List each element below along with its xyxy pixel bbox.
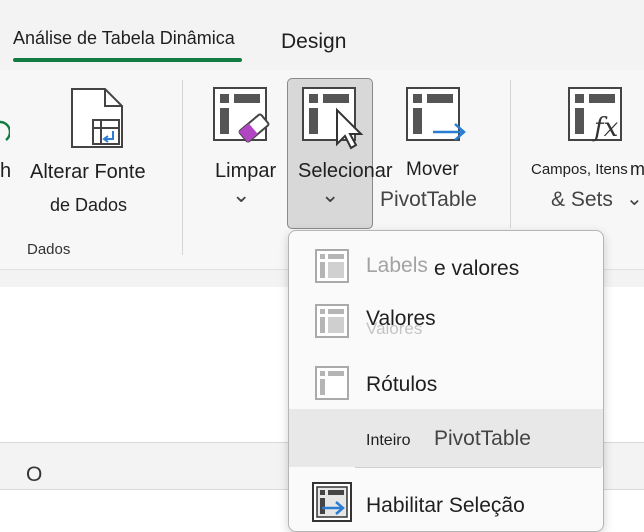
menu-label-enable-selection: Habilitar Seleção <box>366 494 525 517</box>
fields-chevron-icon[interactable]: ⌄ <box>626 186 643 211</box>
change-data-source-label-2[interactable]: de Dados <box>50 195 127 216</box>
move-label-1[interactable]: Mover <box>406 159 459 181</box>
fields-label-cut[interactable]: m <box>630 159 644 180</box>
svg-text:fx: fx <box>592 113 619 143</box>
group-separator-2 <box>510 80 511 228</box>
menu-item-labels[interactable]: Rótulos <box>289 353 603 411</box>
menu-divider <box>355 467 601 468</box>
clear-label[interactable]: Limpar <box>215 160 276 183</box>
menu-item-values[interactable]: Valores Valores <box>289 291 603 349</box>
enable-selection-icon <box>312 482 352 522</box>
menu-label-values: Valores <box>366 307 436 330</box>
move-label-2[interactable]: PivotTable <box>380 188 477 212</box>
menu-label-labels: Rótulos <box>366 373 438 396</box>
menu-label-entire-prefix: Inteiro <box>366 432 411 449</box>
select-icon[interactable] <box>301 86 365 150</box>
change-data-source-label-1[interactable]: Alterar Fonte <box>30 161 146 184</box>
menu-item-labels-and-values[interactable]: Labels e valores <box>289 236 603 294</box>
fields-label-1[interactable]: Campos, Itens <box>531 161 628 178</box>
clear-icon[interactable] <box>212 86 272 146</box>
select-dropdown-menu: Labels e valores Valores Valores Rótulos… <box>288 230 604 532</box>
fields-label-2[interactable]: & Sets <box>551 188 613 212</box>
ribbon-tab-bar: Análise de Tabela Dinâmica Design <box>0 0 644 70</box>
change-data-source-icon[interactable] <box>69 87 127 149</box>
menu-item-enable-selection[interactable]: Habilitar Seleção <box>289 474 603 531</box>
tab-pivottable-analyze[interactable]: Análise de Tabela Dinâmica <box>13 28 235 49</box>
column-header-letter[interactable]: O <box>26 463 42 487</box>
menu-label-ghost: Labels <box>366 254 428 277</box>
clear-chevron-icon[interactable]: ⌄ <box>232 182 250 208</box>
menu-label-labels-values: e valores <box>434 257 520 280</box>
select-labels-icon <box>315 366 349 400</box>
refresh-icon[interactable] <box>0 118 10 148</box>
select-chevron-icon[interactable]: ⌄ <box>321 182 339 208</box>
move-pivottable-icon[interactable] <box>405 86 469 146</box>
group-label-data: Dados <box>27 241 71 258</box>
active-tab-underline <box>13 58 242 62</box>
group-separator <box>182 80 183 255</box>
refresh-label-partial[interactable]: h <box>0 160 11 183</box>
menu-label-entire-pivottable: PivotTable <box>434 427 531 450</box>
menu-item-entire-pivottable[interactable]: Inteiro PivotTable <box>289 409 603 467</box>
select-values-icon <box>315 304 349 338</box>
select-label[interactable]: Selecionar <box>298 160 393 183</box>
select-labels-values-icon <box>315 249 349 283</box>
fields-items-sets-icon[interactable]: fx <box>567 86 627 146</box>
tab-design[interactable]: Design <box>281 30 346 54</box>
